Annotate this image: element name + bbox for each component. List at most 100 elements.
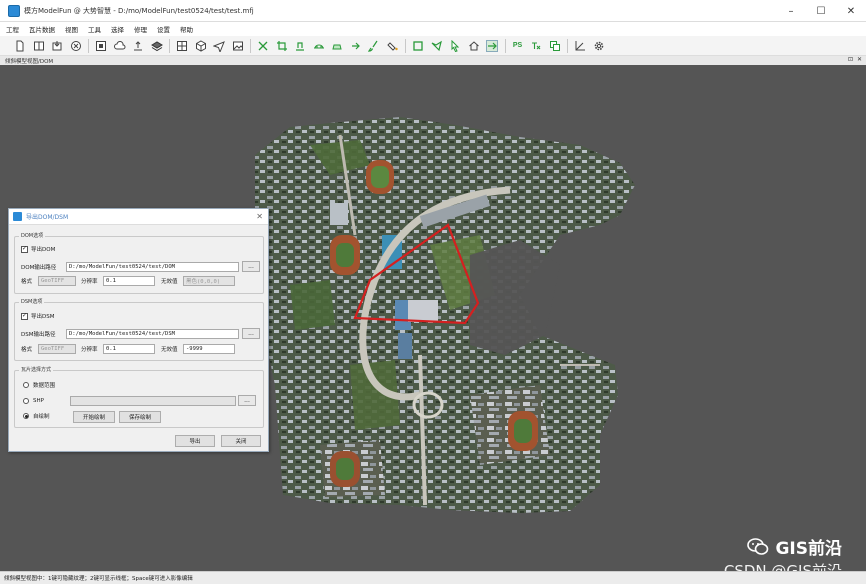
export-dom-checkbox[interactable]: ✓ bbox=[21, 245, 28, 253]
dom-format-select[interactable]: GeoTIFF bbox=[38, 276, 76, 286]
menu-settings[interactable]: 设置 bbox=[157, 24, 170, 34]
panel-float-button[interactable]: ⊡ bbox=[848, 56, 853, 65]
dom-options-group: DOM选项 ✓ 导出DOM DOM输出路径 D:/mo/ModelFun/tes… bbox=[14, 232, 264, 294]
grid-icon[interactable] bbox=[176, 40, 188, 52]
radio-shp[interactable] bbox=[23, 397, 29, 404]
dom-path-label: DOM输出路径 bbox=[21, 264, 57, 271]
toolbar-separator bbox=[405, 38, 406, 53]
sports-field bbox=[366, 160, 394, 194]
status-text: 倾斜模型视图中：1键可隐藏纹理；2键可显示线框；Space键可进入影像编辑 bbox=[4, 576, 193, 582]
shp-path-input[interactable] bbox=[70, 395, 236, 406]
menu-bar: 工程 瓦片数据 视图 工具 选择 修理 设置 帮助 bbox=[0, 22, 866, 36]
pointer-icon[interactable] bbox=[449, 39, 461, 52]
tile-group-title: 瓦片选择方式 bbox=[19, 366, 54, 373]
radio-self-draw[interactable] bbox=[23, 413, 29, 419]
new-file-icon[interactable] bbox=[14, 40, 26, 52]
dialog-title: 导出DOM/DSM bbox=[26, 214, 69, 221]
sports-field bbox=[508, 411, 538, 451]
gear-icon[interactable] bbox=[593, 40, 605, 52]
dsm-browse-button[interactable]: ... bbox=[242, 328, 260, 339]
menu-select[interactable]: 选择 bbox=[111, 24, 124, 34]
view-panel-title: 倾斜模型视图/DOM bbox=[5, 58, 54, 65]
dom-format-label: 格式 bbox=[21, 279, 33, 285]
menu-tools[interactable]: 工具 bbox=[88, 24, 101, 34]
export-button[interactable]: 导出 bbox=[175, 435, 215, 447]
export-icon[interactable] bbox=[132, 40, 144, 52]
radio-self-draw-label: 自绘制 bbox=[33, 414, 50, 420]
menu-help[interactable]: 帮助 bbox=[180, 24, 193, 34]
dsm-options-group: DSM选项 ✓ 导出DSM DSM输出路径 D:/mo/ModelFun/tes… bbox=[14, 298, 264, 361]
texture-icon[interactable] bbox=[530, 40, 542, 52]
house-icon[interactable] bbox=[468, 40, 480, 52]
wechat-icon bbox=[747, 537, 769, 555]
tile-selection-group: 瓦片选择方式 数据范围 SHP ... 自绘制 开始绘制 保存绘制 bbox=[14, 366, 264, 428]
poly-select-icon[interactable] bbox=[431, 40, 443, 52]
copy-icon[interactable] bbox=[549, 40, 561, 52]
save-draw-button[interactable]: 保存绘制 bbox=[119, 411, 161, 423]
watermark-title: GIS前沿 bbox=[775, 539, 842, 559]
dialog-close-icon[interactable]: ✕ bbox=[256, 212, 263, 221]
ps-icon[interactable]: PS bbox=[512, 40, 524, 52]
radio-data-extent[interactable] bbox=[23, 382, 29, 388]
dialog-title-bar: 导出DOM/DSM bbox=[9, 209, 268, 225]
close-window-button[interactable]: ✕ bbox=[836, 0, 866, 22]
dom-nodata-input[interactable]: 黑色(0,0,0) bbox=[183, 276, 235, 286]
start-draw-button[interactable]: 开始绘制 bbox=[73, 411, 115, 423]
sports-field bbox=[330, 451, 360, 487]
minimize-button[interactable]: – bbox=[776, 0, 806, 22]
fill-icon[interactable] bbox=[331, 40, 343, 52]
status-bar: 倾斜模型视图中：1键可隐藏纹理；2键可显示线框；Space键可进入影像编辑 bbox=[0, 571, 866, 584]
shp-browse-button[interactable]: ... bbox=[238, 395, 256, 406]
dsm-nodata-input[interactable]: -9999 bbox=[183, 344, 235, 354]
bridge-icon[interactable] bbox=[313, 40, 325, 52]
toolbar: PS bbox=[0, 36, 866, 56]
menu-view[interactable]: 视图 bbox=[65, 24, 78, 34]
paint-icon[interactable] bbox=[386, 40, 399, 52]
plane-icon[interactable] bbox=[213, 40, 225, 52]
dom-browse-button[interactable]: ... bbox=[242, 261, 260, 272]
brush-icon[interactable] bbox=[368, 40, 380, 52]
view-panel-header: 倾斜模型视图/DOM ⊡ ✕ bbox=[0, 56, 866, 65]
dsm-format-select[interactable]: GeoTIFF bbox=[38, 344, 76, 354]
dom-path-input[interactable]: D:/mo/ModelFun/test0524/test/DOM bbox=[66, 261, 239, 272]
dsm-resolution-label: 分辨率 bbox=[81, 347, 98, 353]
dsm-nodata-label: 无效值 bbox=[161, 347, 178, 353]
dom-nodata-label: 无效值 bbox=[161, 279, 178, 285]
export-dsm-label: 导出DSM bbox=[31, 314, 55, 320]
export-dsm-checkbox[interactable]: ✓ bbox=[21, 312, 28, 320]
toolbar-separator bbox=[169, 38, 170, 53]
app-logo-icon bbox=[8, 4, 20, 17]
dom-resolution-label: 分辨率 bbox=[81, 279, 98, 285]
import-icon[interactable] bbox=[51, 40, 63, 52]
cut-icon[interactable] bbox=[257, 40, 269, 52]
cloud-icon[interactable] bbox=[113, 40, 126, 52]
menu-tile-data[interactable]: 瓦片数据 bbox=[29, 24, 55, 34]
panel-close-button[interactable]: ✕ bbox=[857, 56, 862, 65]
crop-icon[interactable] bbox=[276, 40, 288, 52]
toolbar-separator bbox=[504, 38, 506, 53]
menu-repair[interactable]: 修理 bbox=[134, 24, 147, 34]
dsm-resolution-input[interactable]: 0.1 bbox=[103, 344, 155, 354]
arrow-tool-icon[interactable] bbox=[350, 40, 362, 52]
measure-icon[interactable] bbox=[574, 40, 586, 52]
cube-icon[interactable] bbox=[195, 39, 207, 52]
move-icon[interactable] bbox=[486, 39, 498, 52]
layers-icon[interactable] bbox=[150, 40, 163, 52]
close-dialog-button[interactable]: 关闭 bbox=[221, 435, 261, 447]
open-book-icon[interactable] bbox=[33, 40, 45, 52]
toolbar-separator bbox=[88, 38, 89, 53]
flatten-icon[interactable] bbox=[294, 40, 306, 52]
dsm-path-input[interactable]: D:/mo/ModelFun/test0524/test/DSM bbox=[66, 328, 239, 339]
maximize-button[interactable]: ☐ bbox=[806, 0, 836, 22]
dialog-app-icon bbox=[13, 212, 22, 221]
radio-data-extent-label: 数据范围 bbox=[33, 383, 56, 389]
toolbar-separator bbox=[250, 38, 251, 53]
stop-icon[interactable] bbox=[95, 40, 107, 52]
menu-project[interactable]: 工程 bbox=[6, 24, 19, 34]
export-dom-dsm-dialog: 导出DOM/DSM ✕ DOM选项 ✓ 导出DOM DOM输出路径 D:/mo/… bbox=[8, 208, 269, 452]
close-circle-icon[interactable] bbox=[70, 40, 82, 52]
dom-group-title: DOM选项 bbox=[19, 232, 46, 239]
image-icon[interactable] bbox=[232, 40, 244, 52]
rect-select-icon[interactable] bbox=[412, 40, 424, 52]
dom-resolution-input[interactable]: 0.1 bbox=[103, 276, 155, 286]
